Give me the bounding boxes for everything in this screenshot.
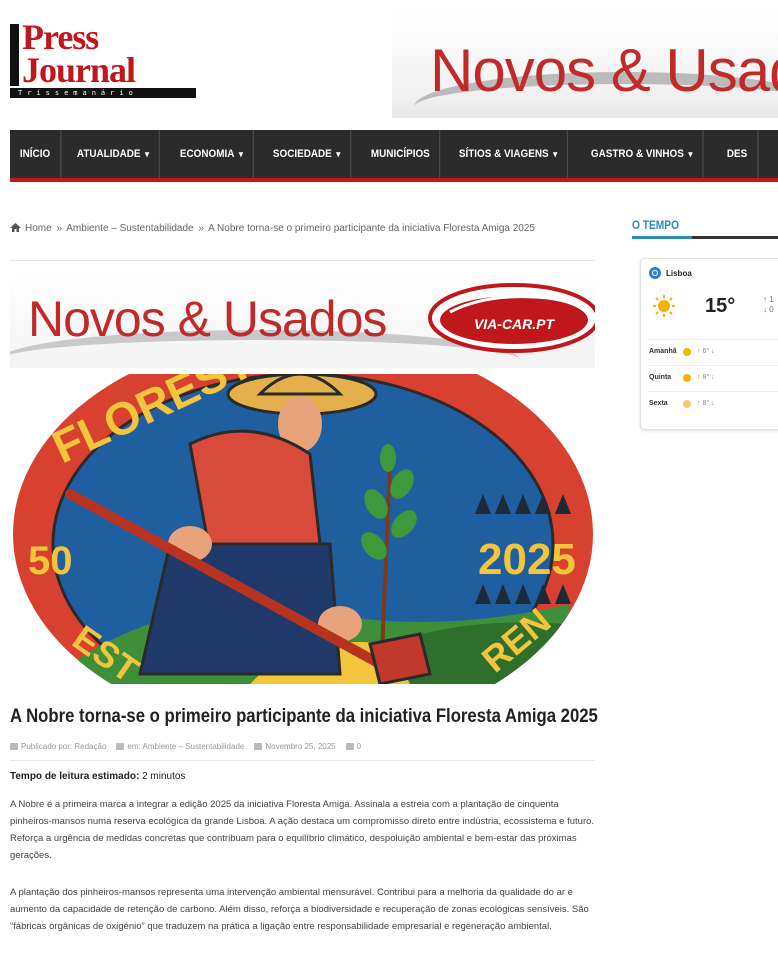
meta-category[interactable]: em: Ambiente – Sustentabilidade [116, 742, 244, 751]
via-car-logo: VIA-CAR.PT [428, 283, 595, 353]
forecast-row: Quinta ↑ 8° ↓ [649, 365, 778, 389]
weather-details: ↑ 1 ↓ 0 [763, 295, 774, 315]
main-nav: INÍCIO ATUALIDADE ▾ ECONOMIA ▾ SOCIEDADE ▾ … [10, 130, 778, 182]
site-header: Press Journal Trissemanário Novos & Usad… [0, 0, 778, 128]
site-logo[interactable]: Press Journal Trissemanário [10, 17, 196, 98]
breadcrumb-home[interactable]: Home [25, 223, 52, 234]
nav-item-atualidade[interactable]: ATUALIDADE ▾ [67, 130, 160, 178]
chevron-down-icon: ▾ [144, 148, 149, 159]
logo-text: Press Journal [22, 17, 136, 90]
content-ad-banner[interactable]: Novos & Usados VIA-CAR.PT [10, 276, 595, 368]
article-paragraph: A Nobre é a primeira marca a integrar a … [10, 799, 595, 861]
forecast-row: Sexta ↑ 8° ↓ [649, 391, 778, 415]
forecast-row: Amanhã ↑ 6° ↓ [649, 339, 778, 363]
sidebar-title-underline [632, 236, 778, 239]
via-car-text: VIA-CAR.PT [474, 316, 556, 332]
meta-author-text: Publicado por: Redação [21, 742, 107, 751]
ad-banner-title: Novos & Usados [28, 291, 387, 347]
breadcrumb: Home » Ambiente – Sustentabilidade » A N… [10, 222, 590, 236]
breadcrumb-separator: » [198, 223, 204, 234]
underline-accent [632, 236, 692, 239]
nav-label: ATUALIDADE [76, 148, 141, 160]
reading-time-value: 2 minutos [142, 771, 186, 782]
sun-icon [653, 295, 675, 317]
nav-item-inicio[interactable]: INÍCIO [10, 130, 61, 178]
nav-item-gastro-vinhos[interactable]: GASTRO & VINHOS ▾ [581, 130, 704, 178]
user-icon [10, 743, 18, 750]
chevron-down-icon: ▾ [688, 148, 693, 159]
weather-widget[interactable]: Lisboa 15° ↑ 1 ↓ 0 Amanhã ↑ 6° ↓ Quinta … [640, 258, 778, 430]
reading-time: Tempo de leitura estimado: 2 minutos [10, 771, 185, 782]
nav-label: MUNICÍPIOS [370, 148, 430, 160]
chevron-down-icon: ▾ [238, 148, 243, 159]
nav-item-sociedade[interactable]: SOCIEDADE ▾ [263, 130, 352, 178]
meta-date: Novembro 25, 2025 [254, 742, 336, 751]
weather-location: Lisboa [649, 267, 692, 279]
partly-cloudy-icon [683, 399, 691, 408]
forecast-day: Amanhã [649, 348, 677, 355]
hero-image: 2025 FLORESTA AMIGA 50 EST REN [10, 374, 596, 684]
nav-label: SOCIEDADE [272, 148, 332, 160]
forecast-values: ↑ 8° ↓ [697, 400, 715, 407]
weather-temperature: 15° [705, 295, 736, 317]
divider [10, 760, 595, 761]
breadcrumb-category[interactable]: Ambiente – Sustentabilidade [66, 223, 193, 234]
nav-label: INÍCIO [19, 148, 51, 160]
logo-press: Press [22, 17, 99, 57]
article-meta: Publicado por: Redação em: Ambiente – Su… [10, 742, 595, 751]
chevron-down-icon: ▾ [336, 148, 341, 159]
breadcrumb-separator: » [56, 223, 63, 234]
forecast-day: Quinta [649, 374, 672, 381]
sun-icon [683, 373, 691, 382]
sun-icon [683, 347, 691, 356]
home-icon [10, 223, 21, 232]
meta-category-text: em: Ambiente – Sustentabilidade [127, 742, 245, 751]
divider [10, 260, 595, 261]
meta-comments-count: 0 [356, 742, 362, 751]
meta-comments[interactable]: 0 [345, 742, 362, 751]
article-title: A Nobre torna-se o primeiro participante… [10, 706, 598, 727]
nav-label: ECONOMIA [179, 148, 235, 160]
nav-label: SÍTIOS & VIAGENS [459, 148, 549, 160]
logo-i-bar [10, 24, 19, 86]
weather-detail-2: ↓ 0 [763, 305, 774, 314]
header-ad-banner[interactable]: Novos & Usados [392, 10, 778, 118]
forecast-values: ↑ 6° ↓ [697, 348, 715, 355]
clock-icon [254, 743, 263, 750]
location-pin-icon [649, 267, 661, 279]
logo-tagline: Trissemanário [10, 88, 196, 98]
hero-year: 2025 [478, 535, 576, 584]
nav-item-sitios-viagens[interactable]: SÍTIOS & VIAGENS ▾ [449, 130, 569, 178]
reading-time-label: Tempo de leitura estimado: [10, 771, 140, 782]
nav-label: DES [727, 148, 748, 160]
nav-item-des[interactable]: DES [717, 130, 759, 178]
nav-item-economia[interactable]: ECONOMIA ▾ [170, 130, 254, 178]
hero-ring-text-left: 50 [28, 539, 73, 583]
comments-icon [345, 743, 354, 750]
logo-journal: Journal [22, 50, 136, 90]
article-paragraph: A plantação dos pinheiros-mansos represe… [10, 887, 589, 932]
meta-author[interactable]: Publicado por: Redação [10, 742, 106, 751]
header-banner-title: Novos & Usados [430, 37, 778, 104]
sidebar-widget-title: O TEMPO [632, 218, 680, 232]
nav-item-municipios[interactable]: MUNICÍPIOS [361, 130, 441, 178]
forecast-values: ↑ 8° ↓ [697, 374, 715, 381]
breadcrumb-current: A Nobre torna-se o primeiro participante… [208, 223, 535, 234]
weather-detail-1: ↑ 1 [763, 295, 774, 304]
meta-date-text: Novembro 25, 2025 [265, 742, 336, 751]
chevron-down-icon: ▾ [553, 148, 558, 159]
folder-icon [116, 743, 125, 750]
weather-location-name: Lisboa [666, 268, 692, 278]
nav-label: GASTRO & VINHOS [591, 148, 685, 160]
forecast-day: Sexta [649, 400, 668, 407]
